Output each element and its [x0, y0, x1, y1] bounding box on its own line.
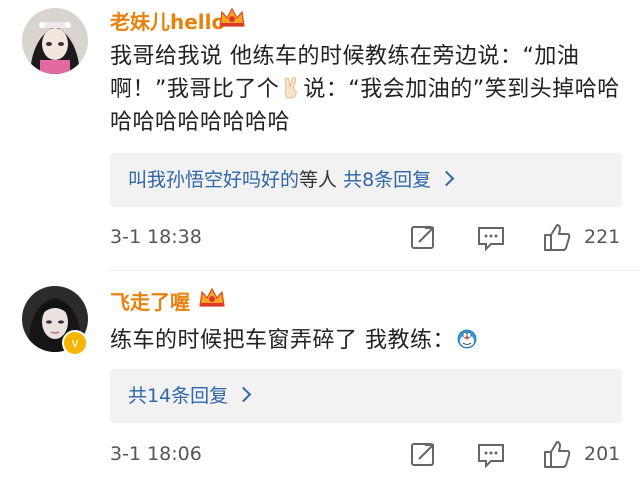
verified-badge-icon: v: [62, 330, 88, 356]
timestamp: 3-1 18:06: [110, 443, 202, 465]
comment-meta: 3-1 18:06 201: [110, 439, 620, 469]
comment-text: 练车的时候把车窗弄碎了 我教练：: [110, 324, 625, 357]
reply-count-link[interactable]: 共14条回复: [128, 385, 228, 407]
like-count: 221: [584, 226, 621, 248]
thumbs-up-icon: [544, 224, 571, 251]
share-icon[interactable]: [410, 222, 436, 252]
username[interactable]: 飞走了喔: [110, 286, 190, 315]
reply-middle-text: 等人: [299, 169, 338, 191]
timestamp: 3-1 18:38: [110, 226, 202, 248]
crown-icon: [199, 287, 225, 307]
comment-text: 我哥给我说 他练车的时候教练在旁边说：“加油啊！”我哥比了个 说：“我会加油的”…: [110, 40, 625, 139]
like-button[interactable]: 201: [542, 439, 620, 469]
comment-icon[interactable]: [477, 439, 505, 469]
reply-count-link[interactable]: 共8条回复: [343, 169, 431, 191]
like-count: 201: [584, 443, 621, 465]
comment-item: v 飞走了喔 练车的时候把车窗弄碎了 我教练： 共14条回复 3-1 18:06: [0, 272, 640, 492]
reply-author-link[interactable]: 叫我孙悟空好吗好的: [128, 169, 299, 191]
comment-text-part: 练车的时候把车窗弄碎了 我教练：: [110, 328, 455, 353]
comment-item: 老妹儿hello 我哥给我说 他练车的时候教练在旁边说：“加油啊！”我哥比了个 …: [0, 0, 640, 272]
username[interactable]: 老妹儿hello: [110, 6, 225, 35]
comment-meta: 3-1 18:38 221: [110, 222, 620, 252]
comment-icon[interactable]: [477, 222, 505, 252]
crown-icon: [219, 7, 245, 27]
reply-preview[interactable]: 叫我孙悟空好吗好的等人 共8条回复: [110, 153, 622, 207]
divider: [110, 270, 640, 271]
reply-preview[interactable]: 共14条回复: [110, 369, 622, 423]
victory-hand-icon: [285, 77, 297, 99]
avatar[interactable]: [22, 8, 88, 74]
chevron-right-icon: [438, 170, 455, 187]
chevron-right-icon: [235, 386, 252, 403]
like-button[interactable]: 221: [542, 222, 620, 252]
thumbs-up-icon: [544, 441, 571, 468]
doraemon-emoji-icon: [457, 329, 477, 349]
share-icon[interactable]: [410, 439, 436, 469]
